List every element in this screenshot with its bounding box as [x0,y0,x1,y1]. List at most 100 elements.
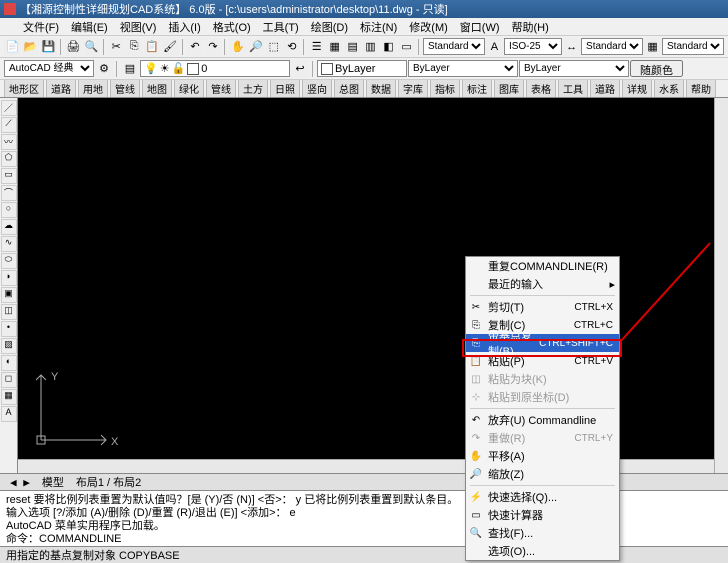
table2-dropdown[interactable]: Standard [662,38,724,55]
tab-table[interactable]: 表格 [526,80,556,98]
region-tool-icon[interactable]: ◻ [1,372,17,388]
ellipse-arc-tool-icon[interactable]: ◗ [1,270,17,286]
revcloud-tool-icon[interactable]: ☁ [1,219,17,235]
dim-dropdown[interactable]: ISO-25 [504,38,562,55]
open-icon[interactable]: 📂 [22,38,39,56]
cut-icon[interactable]: ✂ [108,38,125,56]
ellipse-tool-icon[interactable]: ⬭ [1,253,17,269]
tab-terrain[interactable]: 地形区 [4,80,44,98]
menu-format[interactable]: 格式(O) [208,18,256,36]
workspace-dropdown[interactable]: AutoCAD 经典 [4,60,94,77]
spline-tool-icon[interactable]: ∿ [1,236,17,252]
ctx-undo[interactable]: ↶放弃(U) Commandline [466,411,619,429]
menu-help[interactable]: 帮助(H) [507,18,554,36]
linetype-dropdown[interactable]: ByLayer [408,60,518,77]
new-icon[interactable]: 📄 [4,38,21,56]
tab-green[interactable]: 绿化 [174,80,204,98]
tab-pipe[interactable]: 管线 [110,80,140,98]
menu-insert[interactable]: 插入(I) [163,18,205,36]
table-dropdown[interactable]: Standard [581,38,643,55]
cline-tool-icon[interactable]: ⟋ [1,117,17,133]
menu-window[interactable]: 窗口(W) [455,18,505,36]
tab-tool[interactable]: 工具 [558,80,588,98]
block-tool-icon[interactable]: ▣ [1,287,17,303]
zoom-window-icon[interactable]: ⬚ [265,38,282,56]
style-icon[interactable]: A [486,38,503,56]
paste-icon[interactable]: 📋 [144,38,161,56]
menu-edit[interactable]: 编辑(E) [66,18,113,36]
style-dropdown[interactable]: Standard [423,38,485,55]
make-block-tool-icon[interactable]: ◫ [1,304,17,320]
design-center-icon[interactable]: ▦ [326,38,343,56]
text-tool-icon[interactable]: A [1,406,17,422]
tab-anno[interactable]: 标注 [462,80,492,98]
ctx-zoom[interactable]: 🔎缩放(Z) [466,465,619,483]
table-icon[interactable]: ▦ [644,38,661,56]
pan-icon[interactable]: ✋ [229,38,246,56]
tab-help[interactable]: 帮助 [686,80,716,98]
menu-tools[interactable]: 工具(T) [258,18,304,36]
redo-icon[interactable]: ↷ [205,38,222,56]
layer-prev-icon[interactable]: ↩ [291,60,309,78]
ctx-options[interactable]: 选项(O)... [466,542,619,560]
workspace-settings-icon[interactable]: ⚙ [95,60,113,78]
arc-tool-icon[interactable]: ⌒ [1,185,17,201]
ctx-paste[interactable]: 📋粘贴(P)CTRL+V [466,352,619,370]
circle-tool-icon[interactable]: ○ [1,202,17,218]
drawing-canvas[interactable]: Y X [18,98,728,473]
table-tool-icon[interactable]: ▦ [1,389,17,405]
layer-state-display[interactable]: 💡 ☀ 🔓 0 [140,60,290,77]
line-tool-icon[interactable]: ／ [1,100,17,116]
rect-tool-icon[interactable]: ▭ [1,168,17,184]
ctx-recent-input[interactable]: 最近的输入▸ [466,275,619,293]
menu-view[interactable]: 视图(V) [115,18,162,36]
polygon-tool-icon[interactable]: ⬠ [1,151,17,167]
print-icon[interactable]: 🖨 [65,38,82,56]
tab-sun[interactable]: 日照 [270,80,300,98]
zoom-prev-icon[interactable]: ⟲ [283,38,300,56]
tab-lib[interactable]: 图库 [494,80,524,98]
tab-font[interactable]: 字库 [398,80,428,98]
markup-icon[interactable]: ◧ [380,38,397,56]
lineweight-dropdown[interactable]: ByLayer [519,60,629,77]
layout-tab[interactable]: 布局1 / 布局2 [72,474,145,490]
tab-water[interactable]: 水系 [654,80,684,98]
preview-icon[interactable]: 🔍 [83,38,100,56]
pline-tool-icon[interactable]: 〰 [1,134,17,150]
tab-index[interactable]: 指标 [430,80,460,98]
tab-master[interactable]: 总图 [334,80,364,98]
tab-pipe2[interactable]: 管线 [206,80,236,98]
ctx-cut[interactable]: ✂剪切(T)CTRL+X [466,298,619,316]
menu-file[interactable]: 文件(F) [18,18,64,36]
ctx-repeat[interactable]: 重复COMMANDLINE(R) [466,257,619,275]
point-tool-icon[interactable]: • [1,321,17,337]
ctx-quick-select[interactable]: ⚡快速选择(Q)... [466,488,619,506]
dim-icon[interactable]: ↔ [563,38,580,56]
tab-detail[interactable]: 详规 [622,80,652,98]
tool-palette-icon[interactable]: ▤ [344,38,361,56]
vertical-scrollbar[interactable] [714,98,728,473]
tab-vert[interactable]: 竖向 [302,80,332,98]
tab-earth[interactable]: 土方 [238,80,268,98]
ctx-quickcalc[interactable]: ▭快速计算器 [466,506,619,524]
ctx-copy-with-base[interactable]: ⎘带基点复制(B)CTRL+SHIFT+C [466,334,619,352]
sheet-icon[interactable]: ▥ [362,38,379,56]
menu-dimension[interactable]: 标注(N) [355,18,402,36]
gradient-tool-icon[interactable]: ◐ [1,355,17,371]
ctx-pan[interactable]: ✋平移(A) [466,447,619,465]
zoom-icon[interactable]: 🔎 [247,38,264,56]
model-tab[interactable]: 模型 [38,474,68,490]
tab-land[interactable]: 用地 [78,80,108,98]
layer-mgr-icon[interactable]: ▤ [121,60,139,78]
tab-road[interactable]: 道路 [46,80,76,98]
calc-icon[interactable]: ▭ [398,38,415,56]
undo-icon[interactable]: ↶ [187,38,204,56]
app-menu-icon[interactable] [4,21,16,33]
menu-modify[interactable]: 修改(M) [404,18,453,36]
match-icon[interactable]: 🖌 [162,38,179,56]
color-button[interactable]: 随颜色 [630,60,683,77]
tab-road2[interactable]: 道路 [590,80,620,98]
copy-icon[interactable]: ⎘ [126,38,143,56]
menu-draw[interactable]: 绘图(D) [306,18,353,36]
hatch-tool-icon[interactable]: ▨ [1,338,17,354]
